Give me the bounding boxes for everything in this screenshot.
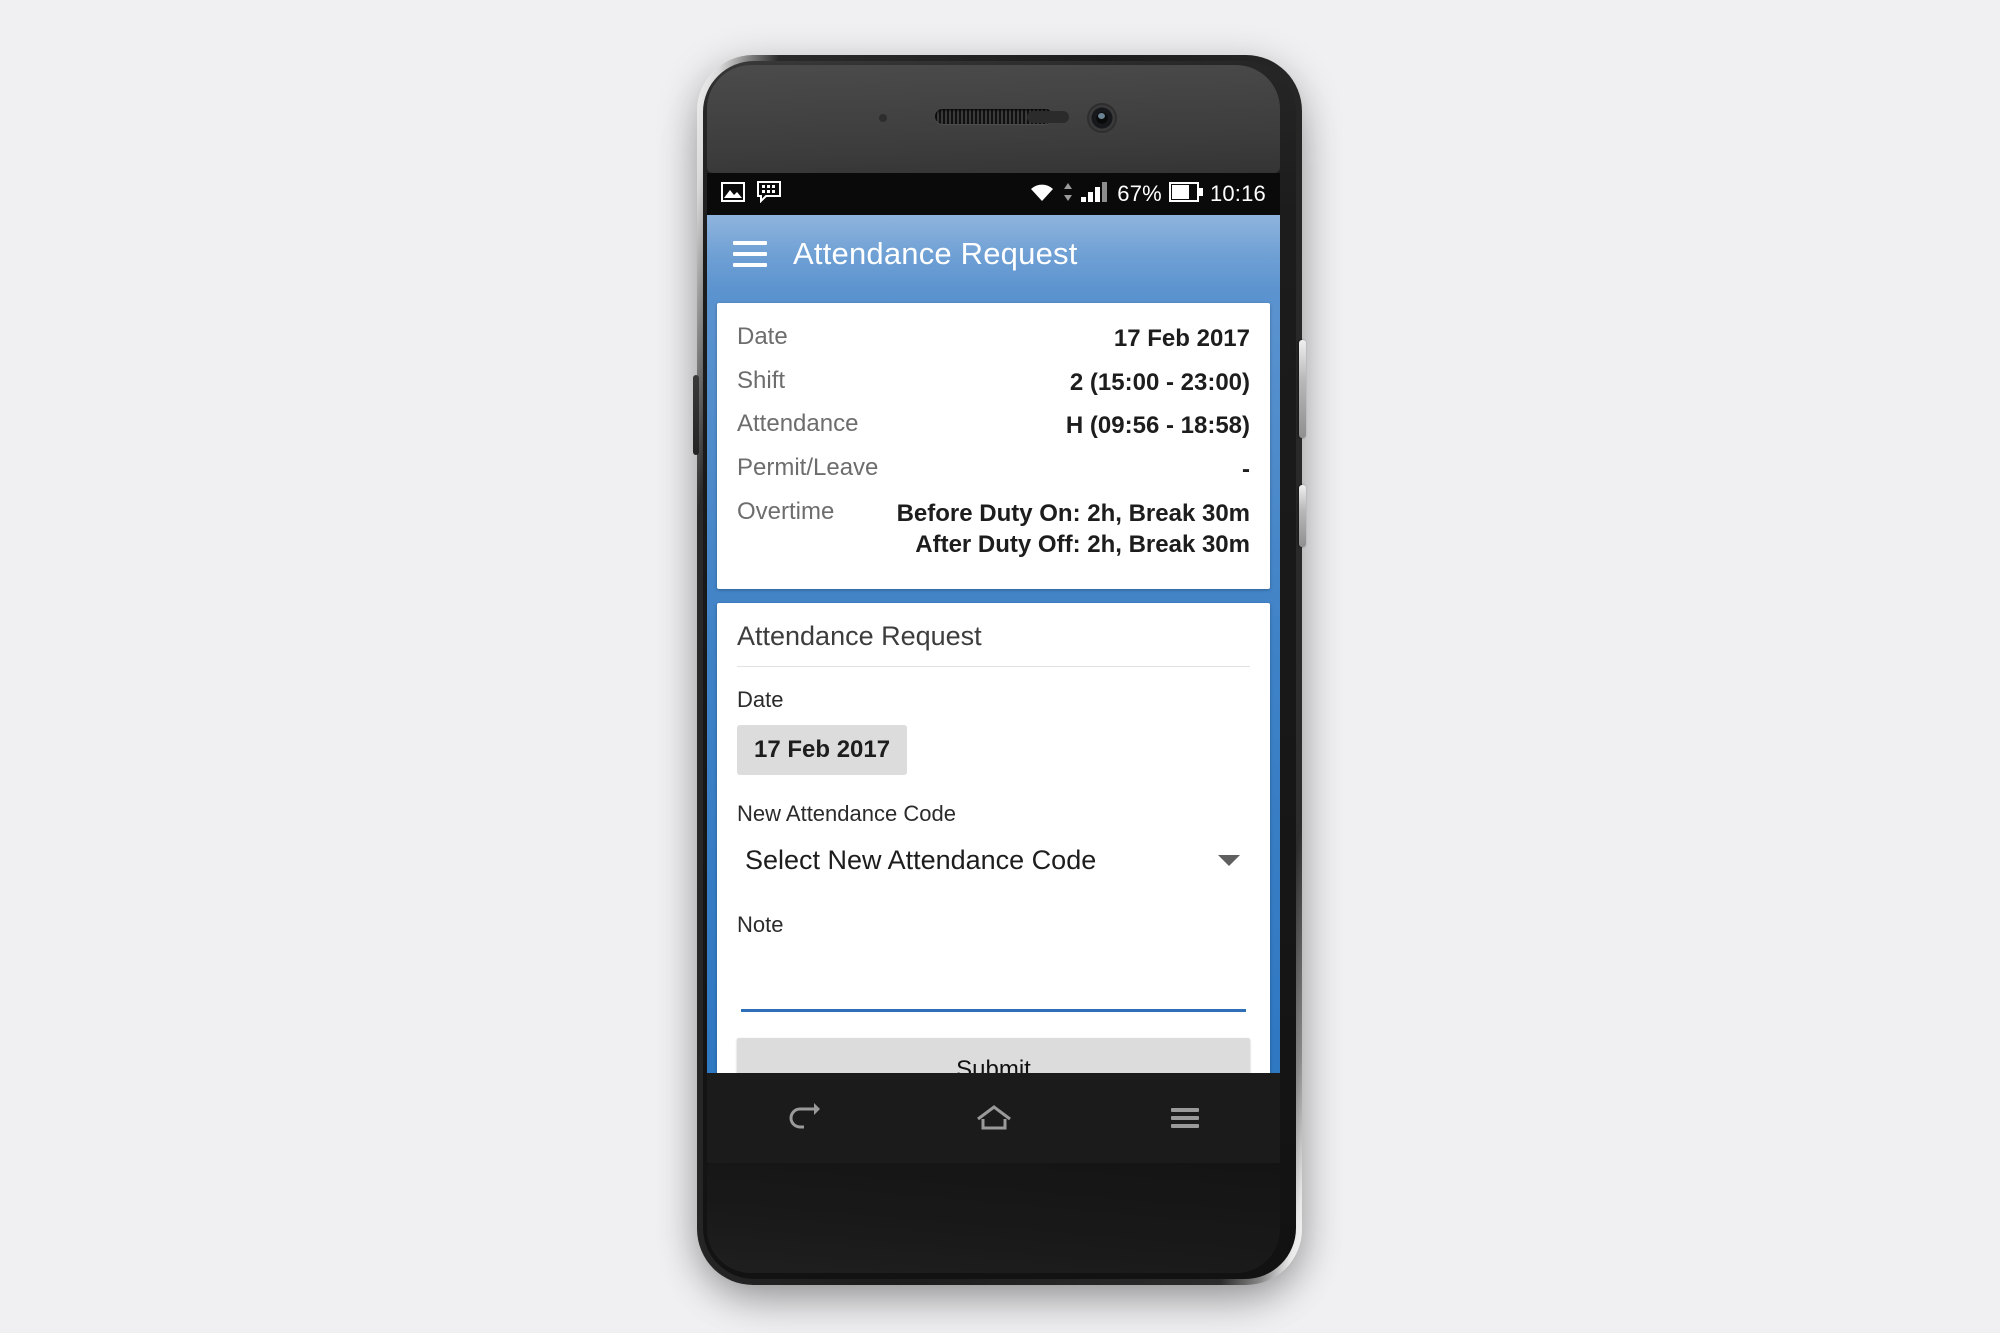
detail-label: Overtime <box>737 497 835 525</box>
attendance-code-select[interactable]: Select New Attendance Code <box>737 839 1250 890</box>
chevron-down-icon <box>1218 855 1240 867</box>
detail-label: Date <box>737 323 788 350</box>
home-icon[interactable] <box>957 1089 1031 1147</box>
date-field-label: Date <box>737 687 784 713</box>
form-title: Attendance Request <box>737 621 1250 668</box>
image-icon <box>721 181 745 207</box>
light-sensor-slot <box>1027 111 1069 123</box>
status-bar-notification-icons <box>721 180 781 208</box>
volume-rocker-button[interactable] <box>1299 340 1306 438</box>
attendance-code-field-label: New Attendance Code <box>737 801 956 827</box>
detail-row-attendance: Attendance H (09:56 - 18:58) <box>737 404 1250 448</box>
detail-value: H (09:56 - 18:58) <box>1065 412 1250 440</box>
battery-icon <box>1168 181 1203 207</box>
status-bar-system-icons: 67% 10:16 <box>1028 181 1266 208</box>
android-status-bar: 67% 10:16 <box>707 173 1280 215</box>
detail-value: Before Duty On: 2h, Break 30m After Duty… <box>896 499 1250 559</box>
wifi-icon <box>1028 181 1056 208</box>
app-content: Date 17 Feb 2017 Shift 2 (15:00 - 23:00)… <box>707 293 1280 1073</box>
phone-bottom-bezel <box>707 1163 1280 1273</box>
messaging-icon <box>757 180 781 208</box>
page-title: Attendance Request <box>793 236 1078 271</box>
android-navigation-bar <box>707 1073 1280 1163</box>
app-bar: Attendance Request <box>707 215 1280 293</box>
detail-row-date: Date 17 Feb 2017 <box>737 317 1250 361</box>
hamburger-menu-icon[interactable] <box>733 241 767 267</box>
recents-menu-icon[interactable] <box>1148 1089 1222 1147</box>
phone-screen: 67% 10:16 Attendance Request Date 17 Feb… <box>707 173 1280 1073</box>
cellular-signal-icon <box>1080 181 1110 208</box>
submit-button[interactable]: Submit <box>737 1038 1250 1073</box>
attendance-code-selected-value: Select New Attendance Code <box>745 845 1097 876</box>
detail-label: Attendance <box>737 410 859 438</box>
detail-value: 17 Feb 2017 <box>1113 325 1250 352</box>
detail-label: Shift <box>737 366 786 394</box>
power-button[interactable] <box>1299 485 1306 547</box>
detail-row-shift: Shift 2 (15:00 - 23:00) <box>737 361 1250 405</box>
detail-value: 2 (15:00 - 23:00) <box>1069 368 1250 396</box>
detail-label: Permit/Leave <box>737 454 879 482</box>
date-picker-button[interactable]: 17 Feb 2017 <box>737 725 908 776</box>
note-field-label: Note <box>737 912 784 938</box>
front-camera <box>1087 103 1117 133</box>
left-side-button[interactable] <box>693 375 699 455</box>
phone-top-bezel <box>707 65 1280 173</box>
clock-label: 10:16 <box>1209 181 1266 206</box>
phone-device: 67% 10:16 Attendance Request Date 17 Feb… <box>693 55 1306 1295</box>
detail-row-permit-leave: Permit/Leave - <box>737 448 1250 492</box>
sync-arrows-icon <box>1063 181 1073 208</box>
detail-value: - <box>1242 456 1250 484</box>
attendance-request-form-card: Attendance Request Date 17 Feb 2017 New … <box>717 603 1270 1073</box>
attendance-detail-card: Date 17 Feb 2017 Shift 2 (15:00 - 23:00)… <box>717 303 1270 590</box>
back-arrow-icon[interactable] <box>766 1089 840 1147</box>
detail-row-overtime: Overtime Before Duty On: 2h, Break 30m A… <box>737 492 1250 567</box>
battery-percent-label: 67% <box>1117 181 1162 206</box>
proximity-sensor <box>879 114 887 122</box>
note-input[interactable] <box>741 950 1246 1013</box>
